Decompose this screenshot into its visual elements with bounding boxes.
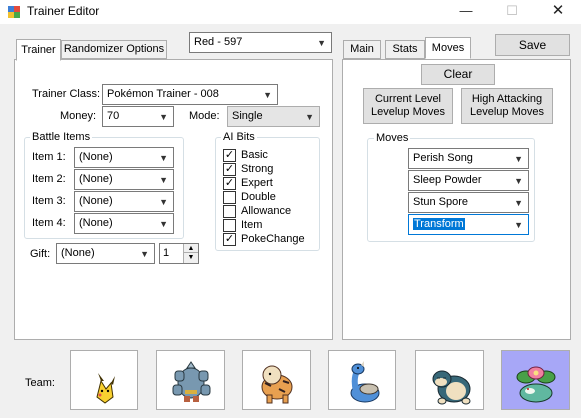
tab-stats[interactable]: Stats: [385, 40, 425, 59]
ai-bit-basic-label: Basic: [241, 149, 268, 161]
chevron-down-icon: ▼: [159, 219, 168, 229]
money-value: 70: [107, 110, 120, 122]
move-3-value: Stun Spore: [413, 196, 469, 208]
team-slot-6[interactable]: [501, 350, 570, 410]
window-title: Trainer Editor: [27, 4, 100, 18]
ai-bit-pokechange-checkbox[interactable]: ✓: [223, 233, 236, 246]
item-1-value: (None): [79, 151, 113, 163]
chevron-down-icon: ▼: [159, 112, 168, 122]
tab-main[interactable]: Main: [343, 40, 381, 59]
tab-trainer[interactable]: Trainer: [16, 39, 61, 61]
ai-bit-pokechange-label: PokeChange: [241, 233, 305, 245]
gift-value: (None): [61, 247, 95, 259]
money-label: Money:: [60, 110, 97, 122]
lapras-sprite-icon: [350, 361, 380, 403]
current-level-line-1: Current Level: [374, 93, 442, 105]
machamp-sprite-icon: [172, 361, 211, 402]
high-attacking-line-1: High Attacking: [471, 93, 543, 105]
mode-select[interactable]: Single ▼: [227, 106, 320, 127]
move-2-value: Sleep Powder: [413, 174, 482, 186]
move-4-value: Transform: [413, 218, 465, 230]
move-1-value: Perish Song: [413, 152, 473, 164]
item-3-select[interactable]: (None) ▼: [74, 191, 174, 212]
tab-moves[interactable]: Moves: [425, 37, 471, 59]
arcanine-sprite-icon: [261, 365, 293, 404]
clear-button[interactable]: Clear: [421, 64, 495, 85]
close-button[interactable]: ✕: [535, 0, 581, 24]
mode-label: Mode:: [189, 110, 220, 122]
item-3-label: Item 3:: [32, 195, 66, 207]
save-button[interactable]: Save: [495, 34, 570, 56]
item-4-value: (None): [79, 217, 113, 229]
minimize-button[interactable]: —: [443, 0, 489, 24]
current-level-moves-button[interactable]: Current Level Levelup Moves: [363, 88, 453, 124]
chevron-down-icon: ▼: [514, 198, 523, 208]
money-select[interactable]: 70 ▼: [102, 106, 174, 127]
move-1-select[interactable]: Perish Song ▼: [408, 148, 529, 169]
chevron-down-icon: ▼: [317, 38, 326, 48]
chevron-down-icon: ▼: [140, 249, 149, 259]
move-3-select[interactable]: Stun Spore ▼: [408, 192, 529, 213]
team-slot-1[interactable]: [70, 350, 138, 410]
high-attacking-moves-button[interactable]: High Attacking Levelup Moves: [461, 88, 553, 124]
ai-bit-basic-checkbox[interactable]: ✓: [223, 149, 236, 162]
high-attacking-line-2: Levelup Moves: [470, 106, 544, 118]
ai-bit-expert-label: Expert: [241, 177, 273, 189]
moves-group-title: Moves: [374, 132, 411, 144]
gift-quantity-value: 1: [163, 247, 170, 259]
ai-bit-item-checkbox[interactable]: [223, 219, 236, 232]
mode-value: Single: [232, 110, 263, 122]
trainer-class-label: Trainer Class:: [32, 88, 101, 100]
item-2-label: Item 2:: [32, 173, 66, 185]
item-4-select[interactable]: (None) ▼: [74, 213, 174, 234]
ai-bit-double-label: Double: [241, 191, 276, 203]
stepper-down-icon[interactable]: ▼: [184, 253, 198, 262]
item-4-label: Item 4:: [32, 217, 66, 229]
chevron-down-icon: ▼: [514, 220, 523, 230]
ai-bit-allowance-checkbox[interactable]: [223, 205, 236, 218]
team-slot-4[interactable]: [328, 350, 396, 410]
ai-bit-allowance-label: Allowance: [241, 205, 292, 217]
stepper-up-icon[interactable]: ▲: [184, 244, 198, 253]
item-2-value: (None): [79, 173, 113, 185]
trainer-class-value: Pokémon Trainer - 008: [107, 88, 219, 100]
snorlax-sprite-icon: [432, 370, 471, 405]
trainer-select[interactable]: Red - 597 ▼: [189, 32, 332, 53]
team-label: Team:: [25, 377, 55, 389]
gift-label: Gift:: [30, 248, 51, 260]
current-level-line-2: Levelup Moves: [371, 106, 445, 118]
chevron-down-icon: ▼: [514, 154, 523, 164]
item-3-value: (None): [79, 195, 113, 207]
ai-bit-strong-label: Strong: [241, 163, 274, 175]
trainer-select-value: Red - 597: [194, 36, 243, 48]
item-1-label: Item 1:: [32, 151, 66, 163]
stepper-buttons: ▲ ▼: [183, 244, 198, 263]
team-slot-2[interactable]: [156, 350, 225, 410]
maximize-button[interactable]: ☐: [489, 0, 535, 24]
chevron-down-icon: ▼: [305, 112, 314, 122]
trainer-class-select[interactable]: Pokémon Trainer - 008 ▼: [102, 84, 278, 105]
chevron-down-icon: ▼: [159, 153, 168, 163]
ai-bit-double-checkbox[interactable]: [223, 191, 236, 204]
chevron-down-icon: ▼: [159, 175, 168, 185]
chevron-down-icon: ▼: [159, 197, 168, 207]
gift-select[interactable]: (None) ▼: [56, 243, 155, 264]
ai-bits-title: AI Bits: [221, 131, 257, 143]
app-icon: [8, 6, 20, 18]
team-slot-3[interactable]: [242, 350, 311, 410]
battle-items-title: Battle Items: [30, 131, 93, 143]
ai-bit-item-label: Item: [241, 219, 263, 231]
chevron-down-icon: ▼: [263, 90, 272, 100]
ai-bit-expert-checkbox[interactable]: ✓: [223, 177, 236, 190]
chevron-down-icon: ▼: [514, 176, 523, 186]
team-slot-5[interactable]: [415, 350, 484, 410]
ai-bit-strong-checkbox[interactable]: ✓: [223, 163, 236, 176]
item-2-select[interactable]: (None) ▼: [74, 169, 174, 190]
tab-randomizer-options[interactable]: Randomizer Options: [61, 40, 167, 59]
move-2-select[interactable]: Sleep Powder ▼: [408, 170, 529, 191]
venusaur-sprite-icon: [516, 366, 556, 403]
pikachu-sprite-icon: [96, 373, 115, 404]
move-4-select[interactable]: Transform ▼: [408, 214, 529, 235]
item-1-select[interactable]: (None) ▼: [74, 147, 174, 168]
